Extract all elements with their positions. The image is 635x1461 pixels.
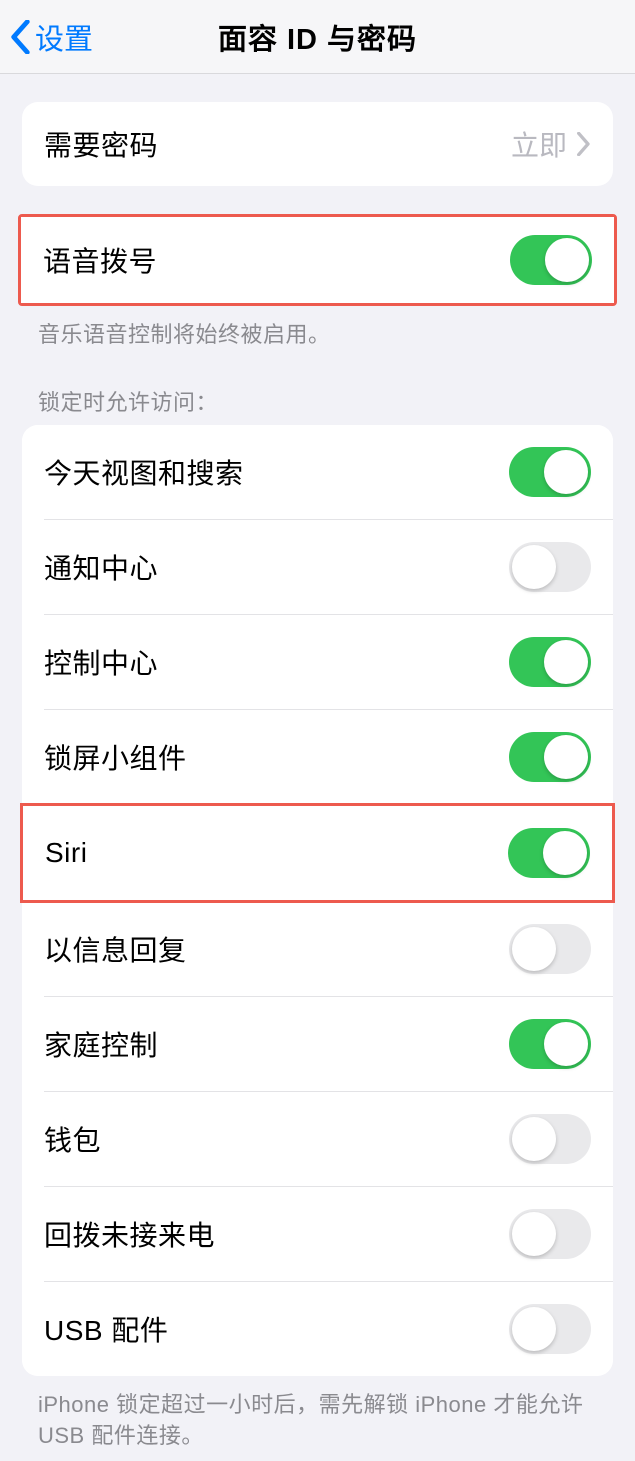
lock-item-row: USB 配件 [22,1282,613,1376]
toggle-knob [543,831,587,875]
lock-item-row: 家庭控制 [22,997,613,1091]
content-area: 需要密码 立即 语音拨号 音乐语音控制将始终被启用。 锁定时允许访问： 今天视图… [0,102,635,1461]
lock-item-toggle[interactable] [509,1304,591,1354]
chevron-right-icon [577,132,591,156]
lock-item-row: 钱包 [22,1092,613,1186]
voice-dial-label: 语音拨号 [43,240,157,280]
toggle-knob [544,450,588,494]
toggle-knob [512,545,556,589]
lock-item-row: 锁屏小组件 [22,710,613,804]
toggle-knob [512,1117,556,1161]
lock-access-list: 今天视图和搜索通知中心控制中心锁屏小组件 Siri 以信息回复家庭控制钱包回拨未接来… [22,425,613,1376]
lock-item-label: 今天视图和搜索 [44,452,244,492]
toggle-knob [544,640,588,684]
back-label: 设置 [35,16,93,58]
navigation-bar: 设置 面容 ID 与密码 [0,0,635,74]
toggle-knob [544,1022,588,1066]
lock-item-toggle[interactable] [509,732,591,782]
voice-dial-group: 语音拨号 [18,214,617,306]
require-passcode-group: 需要密码 立即 [22,102,613,186]
require-passcode-label: 需要密码 [44,124,158,164]
lock-item-toggle[interactable] [508,828,590,878]
lock-item-label: USB 配件 [44,1309,168,1349]
lock-item-row: 回拨未接来电 [22,1187,613,1281]
lock-item-toggle[interactable] [509,447,591,497]
lock-item-row: 通知中心 [22,520,613,614]
lock-item-label: 以信息回复 [44,929,187,969]
lock-item-toggle[interactable] [509,924,591,974]
lock-item-row: 控制中心 [22,615,613,709]
lock-item-toggle[interactable] [509,1114,591,1164]
toggle-knob [512,1307,556,1351]
page-title: 面容 ID 与密码 [218,16,417,58]
toggle-knob [545,238,589,282]
require-passcode-value: 立即 [511,124,591,164]
chevron-back-icon [10,20,31,54]
lock-item-label: 回拨未接来电 [44,1214,215,1254]
lock-item-toggle[interactable] [509,1019,591,1069]
lock-item-label: Siri [45,837,87,869]
voice-dial-row: 语音拨号 [21,217,614,303]
lock-item-toggle[interactable] [509,637,591,687]
lock-item-label: 控制中心 [44,642,158,682]
lock-item-row: 今天视图和搜索 [22,425,613,519]
lock-item-row: Siri [20,803,615,903]
toggle-knob [512,927,556,971]
toggle-knob [512,1212,556,1256]
voice-dial-footer: 音乐语音控制将始终被启用。 [38,320,597,351]
lock-item-toggle[interactable] [509,542,591,592]
lock-item-label: 家庭控制 [44,1024,158,1064]
lock-item-row: 以信息回复 [22,902,613,996]
lock-item-toggle[interactable] [509,1209,591,1259]
toggle-knob [544,735,588,779]
lock-item-label: 锁屏小组件 [44,737,187,777]
usb-footer: iPhone 锁定超过一小时后，需先解锁 iPhone 才能允许 USB 配件连… [38,1390,597,1452]
lock-item-label: 通知中心 [44,547,158,587]
voice-dial-toggle[interactable] [510,235,592,285]
require-passcode-row[interactable]: 需要密码 立即 [22,102,613,186]
back-button[interactable]: 设置 [10,16,93,58]
lock-item-label: 钱包 [44,1119,101,1159]
lock-access-header: 锁定时允许访问： [38,385,597,417]
